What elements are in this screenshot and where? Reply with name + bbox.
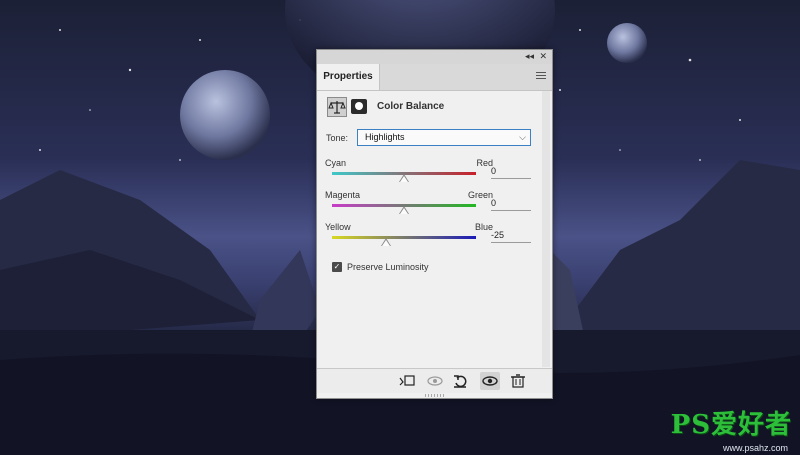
slider-left-label: Magenta — [325, 190, 361, 200]
slider-thumb[interactable] — [399, 206, 409, 214]
properties-panel: ◂◂ ✕ Properties Color Balance Tone: High… — [316, 49, 553, 399]
reset-icon — [454, 375, 467, 388]
watermark: PS爱好者 www.psahz.com — [670, 404, 792, 453]
close-panel-button[interactable]: ✕ — [539, 51, 547, 62]
adjustment-title: Color Balance — [377, 101, 445, 112]
slider-value-field[interactable]: -25 — [491, 230, 531, 243]
collapse-panel-button[interactable]: ◂◂ — [525, 51, 534, 62]
preserve-luminosity-checkbox[interactable]: ✓ — [332, 262, 342, 272]
panel-menu-icon[interactable] — [536, 72, 546, 81]
slider-thumb[interactable] — [381, 238, 391, 246]
delete-button[interactable] — [508, 372, 528, 390]
slider-value-field[interactable]: 0 — [491, 166, 531, 179]
visibility-toggle-button[interactable] — [480, 372, 500, 390]
tone-dropdown-value: Highlights — [365, 132, 405, 142]
view-previous-button[interactable] — [425, 372, 445, 390]
balance-scale-icon[interactable] — [327, 97, 347, 117]
tone-dropdown[interactable]: Highlights ⌵ — [357, 129, 531, 146]
slider-right-label: Green — [467, 190, 493, 200]
slider-left-label: Cyan — [325, 158, 347, 168]
panel-tab-row: Properties — [317, 64, 552, 91]
panel-bottom-toolbar — [317, 368, 552, 393]
layer-mask-icon[interactable] — [351, 99, 367, 114]
eye-icon — [482, 376, 498, 386]
slider-row-cyan-red: Cyan Red 0 — [325, 158, 535, 190]
slider-row-magenta-green: Magenta Green 0 — [325, 190, 535, 222]
panel-resize-grip[interactable] — [425, 394, 445, 397]
clip-to-layer-icon — [399, 375, 415, 386]
slider-thumb[interactable] — [399, 174, 409, 182]
slider-row-yellow-blue: Yellow Blue -25 — [325, 222, 535, 254]
tone-label: Tone: — [326, 133, 349, 143]
slider-left-label: Yellow — [325, 222, 351, 232]
reset-button[interactable] — [451, 372, 471, 390]
watermark-brand: PS爱好者 — [670, 410, 792, 440]
preserve-luminosity-label: Preserve Luminosity — [347, 262, 429, 272]
slider-value-field[interactable]: 0 — [491, 198, 531, 211]
panel-titlebar[interactable]: ◂◂ ✕ — [317, 50, 552, 65]
clip-to-layer-button[interactable] — [397, 372, 417, 390]
panel-scrollbar[interactable] — [542, 91, 550, 367]
tab-properties[interactable]: Properties — [317, 64, 380, 90]
adjustment-header: Color Balance — [327, 97, 537, 117]
trash-icon — [511, 374, 525, 388]
watermark-url: www.psahz.com — [722, 443, 788, 453]
chevron-down-icon: ⌵ — [519, 132, 526, 142]
slider-track[interactable] — [332, 236, 476, 239]
view-previous-icon — [427, 376, 443, 386]
